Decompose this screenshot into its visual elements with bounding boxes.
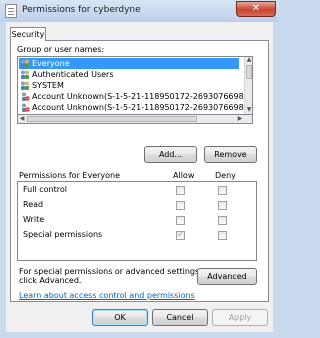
advanced-hint-line1: For special permissions or advanced sett… bbox=[19, 267, 202, 276]
tab-security[interactable]: Security bbox=[10, 27, 46, 41]
advanced-hint-line2: click Advanced. bbox=[19, 276, 82, 285]
dialog-client: Security Group or user names: Everyone A… bbox=[6, 22, 273, 332]
list-item-label: Authenticated Users bbox=[32, 70, 114, 79]
folder-permissions-icon bbox=[5, 4, 17, 18]
scrollbar-thumb[interactable] bbox=[246, 65, 252, 79]
list-item[interactable]: Account Unknown(S-1-5-21-118950172-26930… bbox=[19, 91, 252, 102]
users-group-icon bbox=[20, 59, 30, 68]
list-item-label: Account Unknown(S-1-5-21-118950172-26930… bbox=[32, 103, 253, 112]
deny-write-checkbox[interactable] bbox=[218, 216, 227, 225]
scroll-up-icon[interactable]: ▲ bbox=[246, 57, 252, 63]
scroll-right-icon[interactable]: ▶ bbox=[236, 115, 244, 123]
close-button[interactable]: ✕ bbox=[236, 1, 276, 17]
list-item[interactable]: SYSTEM bbox=[19, 80, 239, 91]
add-button[interactable]: Add... bbox=[144, 146, 197, 163]
list-item-label: Everyone bbox=[32, 59, 70, 68]
permission-name: Full control bbox=[23, 185, 67, 194]
remove-button-label: Remove bbox=[214, 150, 247, 159]
cancel-button[interactable]: Cancel bbox=[152, 309, 208, 326]
tab-security-label: Security bbox=[11, 30, 45, 39]
list-item-label: Account Unknown(S-1-5-21-118950172-26930… bbox=[32, 92, 253, 101]
ok-button-label: OK bbox=[114, 313, 126, 322]
group-list-label: Group or user names: bbox=[17, 45, 105, 54]
allow-column-label: Allow bbox=[173, 171, 195, 180]
scrollbar-thumb[interactable] bbox=[27, 116, 197, 122]
scroll-left-icon[interactable]: ◀ bbox=[18, 115, 26, 123]
group-user-list[interactable]: Everyone Authenticated Users SYSTEM Acco… bbox=[17, 56, 253, 115]
help-link[interactable]: Learn about access control and permissio… bbox=[19, 291, 195, 300]
add-button-label: Add... bbox=[158, 150, 183, 159]
apply-button[interactable]: Apply bbox=[212, 309, 268, 326]
permission-name: Special permissions bbox=[23, 230, 103, 239]
permissions-list: Full control Read Write Special permissi… bbox=[17, 181, 257, 261]
close-icon: ✕ bbox=[251, 3, 261, 14]
deny-full-control-checkbox[interactable] bbox=[218, 186, 227, 195]
list-item-label: SYSTEM bbox=[32, 81, 64, 90]
tab-panel: Group or user names: Everyone Authentica… bbox=[10, 40, 269, 302]
ok-button[interactable]: OK bbox=[92, 309, 148, 326]
deny-column-label: Deny bbox=[215, 171, 236, 180]
allow-special-permissions-checkbox[interactable] bbox=[176, 230, 185, 240]
scroll-down-icon[interactable]: ▼ bbox=[246, 107, 252, 113]
cancel-button-label: Cancel bbox=[166, 313, 194, 322]
window-title: Permissions for cyberdyne bbox=[22, 5, 141, 15]
list-item[interactable]: Everyone bbox=[19, 58, 239, 69]
users-group-icon bbox=[20, 70, 30, 79]
horizontal-scrollbar[interactable]: ◀ ▶ bbox=[17, 115, 253, 124]
list-item[interactable]: Account Unknown(S-1-5-21-118950172-26930… bbox=[19, 102, 252, 113]
unknown-account-icon bbox=[20, 103, 30, 112]
allow-full-control-checkbox[interactable] bbox=[176, 186, 185, 195]
advanced-button-label: Advanced bbox=[207, 272, 247, 281]
deny-read-checkbox[interactable] bbox=[218, 201, 227, 210]
allow-write-checkbox[interactable] bbox=[176, 216, 185, 225]
apply-button-label: Apply bbox=[228, 313, 252, 322]
vertical-scrollbar[interactable]: ▲ ▼ bbox=[244, 57, 252, 114]
remove-button[interactable]: Remove bbox=[204, 146, 257, 163]
permissions-header: Permissions for Everyone bbox=[19, 171, 121, 180]
users-group-icon bbox=[20, 81, 30, 90]
permission-name: Write bbox=[23, 215, 45, 224]
deny-special-permissions-checkbox[interactable] bbox=[218, 231, 227, 240]
advanced-button[interactable]: Advanced bbox=[197, 268, 257, 285]
permission-name: Read bbox=[23, 200, 44, 209]
list-item[interactable]: Authenticated Users bbox=[19, 69, 239, 80]
title-bar: Permissions for cyberdyne ✕ bbox=[0, 0, 279, 22]
unknown-account-icon bbox=[20, 92, 30, 101]
allow-read-checkbox[interactable] bbox=[176, 201, 185, 210]
